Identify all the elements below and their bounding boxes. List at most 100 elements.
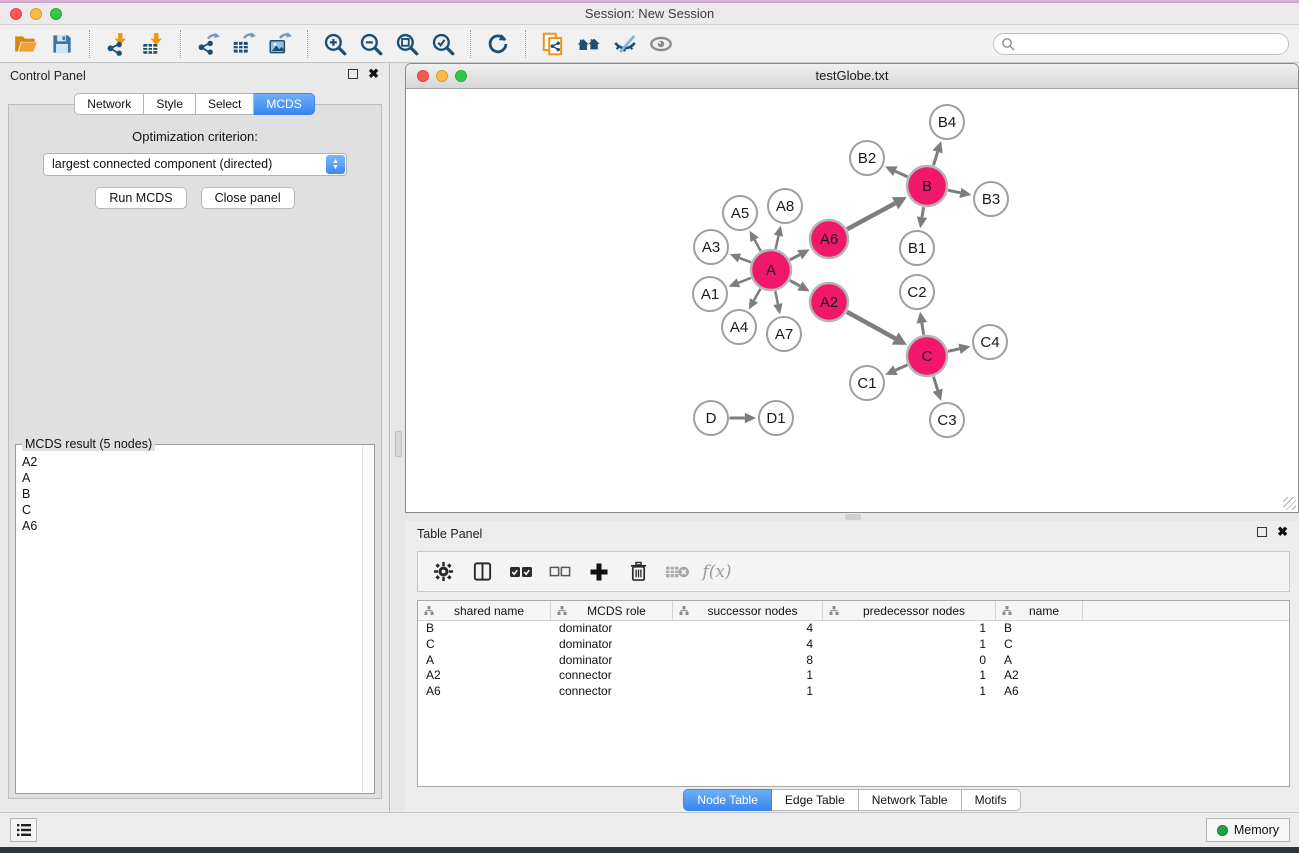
- open-session-button[interactable]: [8, 28, 44, 60]
- table-cell[interactable]: 1: [823, 637, 996, 653]
- network-node-A4[interactable]: A4: [722, 310, 756, 344]
- first-neighbors-button[interactable]: [571, 28, 607, 60]
- table-cell[interactable]: 4: [673, 637, 823, 653]
- hide-selected-button[interactable]: [607, 28, 643, 60]
- tab-edge-table[interactable]: Edge Table: [772, 789, 859, 811]
- network-node-C3[interactable]: C3: [930, 403, 964, 437]
- tab-style[interactable]: Style: [144, 93, 196, 115]
- network-edge-B-B1[interactable]: [922, 207, 924, 217]
- table-cell[interactable]: dominator: [551, 653, 673, 669]
- result-scrollbar[interactable]: [362, 446, 373, 792]
- table-cell[interactable]: 1: [823, 621, 996, 637]
- refresh-view-button[interactable]: [480, 28, 516, 60]
- column-header-predecessor-nodes[interactable]: predecessor nodes: [823, 601, 996, 620]
- zoom-out-button[interactable]: [353, 28, 389, 60]
- close-panel-icon[interactable]: ✖: [368, 69, 379, 79]
- table-cell[interactable]: dominator: [551, 621, 673, 637]
- table-row[interactable]: A2connector11A2: [418, 668, 1289, 684]
- network-node-A[interactable]: A: [751, 250, 791, 290]
- network-edge-A-A8[interactable]: [776, 236, 779, 249]
- table-cell[interactable]: 4: [673, 621, 823, 637]
- network-edge-B-B4[interactable]: [933, 152, 937, 166]
- delete-table-button[interactable]: [662, 557, 692, 587]
- result-item-c[interactable]: C: [22, 503, 361, 519]
- tab-network-table[interactable]: Network Table: [859, 789, 962, 811]
- show-all-button[interactable]: [643, 28, 679, 60]
- add-column-button[interactable]: [584, 557, 614, 587]
- network-node-B2[interactable]: B2: [850, 141, 884, 175]
- table-row[interactable]: Bdominator41B: [418, 621, 1289, 637]
- optimization-criterion-select[interactable]: largest connected component (directed) ▲…: [43, 153, 347, 176]
- network-node-B4[interactable]: B4: [930, 105, 964, 139]
- network-node-C2[interactable]: C2: [900, 275, 934, 309]
- network-edge-C-C4[interactable]: [948, 349, 960, 352]
- network-edge-C-C3[interactable]: [933, 377, 937, 391]
- tab-select[interactable]: Select: [196, 93, 254, 115]
- network-edge-C-C1[interactable]: [895, 365, 907, 370]
- zoom-window-button[interactable]: [50, 8, 62, 20]
- table-cell[interactable]: 0: [823, 653, 996, 669]
- network-edge-B-B3[interactable]: [948, 190, 960, 193]
- column-header-MCDS-role[interactable]: MCDS role: [551, 601, 673, 620]
- horizontal-splitter-handle[interactable]: [845, 514, 861, 520]
- network-node-C4[interactable]: C4: [973, 325, 1007, 359]
- network-canvas[interactable]: B4B2BB3A8A5A6A3B1AC2A1A2A4A7C4CC1C3DD1: [407, 90, 1297, 511]
- table-cell[interactable]: dominator: [551, 637, 673, 653]
- network-edge-A-A1[interactable]: [738, 278, 751, 283]
- export-image-button[interactable]: [262, 28, 298, 60]
- zoom-selected-button[interactable]: [425, 28, 461, 60]
- result-item-a2[interactable]: A2: [22, 455, 361, 471]
- network-node-D[interactable]: D: [694, 401, 728, 435]
- close-table-panel-icon[interactable]: ✖: [1277, 527, 1288, 537]
- export-table-button[interactable]: [226, 28, 262, 60]
- close-window-button[interactable]: [10, 8, 22, 20]
- show-column-panel-button[interactable]: [467, 557, 497, 587]
- vertical-splitter-handle[interactable]: [395, 431, 402, 457]
- save-session-button[interactable]: [44, 28, 80, 60]
- table-cell[interactable]: C: [996, 637, 1083, 653]
- memory-button[interactable]: Memory: [1206, 818, 1290, 842]
- deselect-all-columns-button[interactable]: [545, 557, 575, 587]
- network-node-A8[interactable]: A8: [768, 189, 802, 223]
- network-zoom-button[interactable]: [455, 70, 467, 82]
- table-cell[interactable]: B: [418, 621, 551, 637]
- table-row[interactable]: Adominator80A: [418, 653, 1289, 669]
- network-node-A7[interactable]: A7: [767, 317, 801, 351]
- table-row[interactable]: Cdominator41C: [418, 637, 1289, 653]
- column-header-successor-nodes[interactable]: successor nodes: [673, 601, 823, 620]
- table-cell[interactable]: connector: [551, 684, 673, 700]
- network-edge-A2-C[interactable]: [847, 312, 895, 339]
- network-node-C[interactable]: C: [907, 336, 947, 376]
- table-cell[interactable]: connector: [551, 668, 673, 684]
- table-cell[interactable]: 1: [673, 684, 823, 700]
- network-node-B1[interactable]: B1: [900, 231, 934, 265]
- task-history-button[interactable]: [10, 818, 37, 842]
- column-header-name[interactable]: name: [996, 601, 1083, 620]
- network-edge-A-A4[interactable]: [754, 289, 761, 301]
- select-all-columns-button[interactable]: [506, 557, 536, 587]
- table-cell[interactable]: 8: [673, 653, 823, 669]
- search-input[interactable]: [993, 33, 1289, 55]
- table-cell[interactable]: A6: [418, 684, 551, 700]
- delete-column-button[interactable]: [623, 557, 653, 587]
- network-edge-A-A5[interactable]: [755, 240, 761, 251]
- network-close-button[interactable]: [417, 70, 429, 82]
- network-node-D1[interactable]: D1: [759, 401, 793, 435]
- minimize-window-button[interactable]: [30, 8, 42, 20]
- network-edge-A-A2[interactable]: [790, 280, 800, 286]
- network-edge-A-A7[interactable]: [775, 291, 778, 304]
- table-cell[interactable]: A2: [996, 668, 1083, 684]
- result-item-a[interactable]: A: [22, 471, 361, 487]
- network-node-C1[interactable]: C1: [850, 366, 884, 400]
- network-edge-C-C2[interactable]: [922, 323, 924, 335]
- table-cell[interactable]: B: [996, 621, 1083, 637]
- tab-network[interactable]: Network: [74, 93, 144, 115]
- import-network-button[interactable]: [99, 28, 135, 60]
- network-edge-A6-B[interactable]: [847, 203, 895, 229]
- function-builder-button[interactable]: f(x): [701, 557, 731, 587]
- column-header-shared-name[interactable]: shared name: [418, 601, 551, 620]
- table-cell[interactable]: C: [418, 637, 551, 653]
- table-settings-button[interactable]: [428, 557, 458, 587]
- network-node-A1[interactable]: A1: [693, 277, 727, 311]
- network-minimize-button[interactable]: [436, 70, 448, 82]
